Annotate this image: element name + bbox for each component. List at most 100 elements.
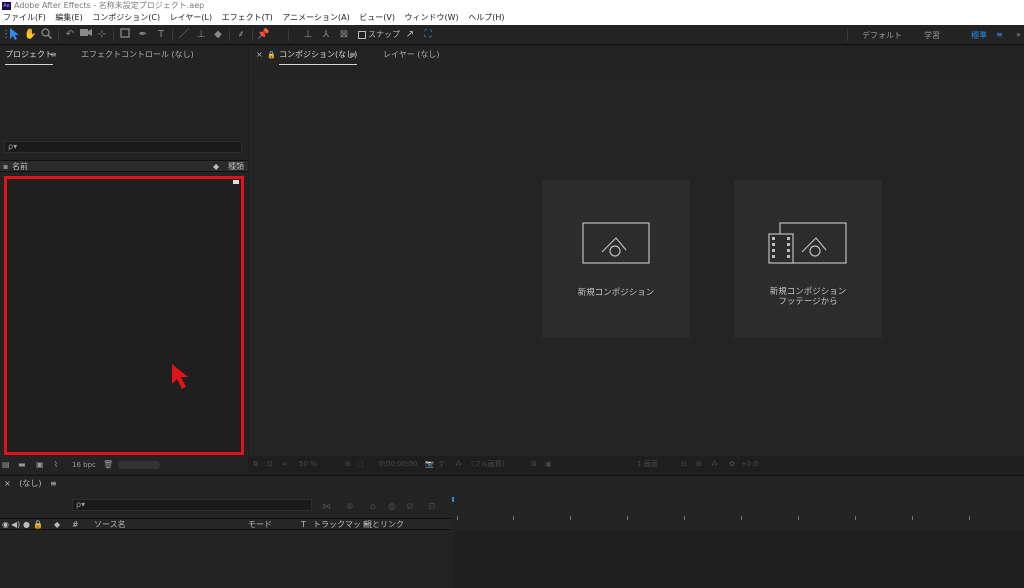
- frame-blending-icon[interactable]: ⌂: [370, 502, 376, 512]
- pan-behind-tool-icon[interactable]: ⊹: [96, 28, 108, 41]
- label-column-icon[interactable]: ▪: [3, 161, 8, 172]
- eraser-tool-icon[interactable]: ◆: [212, 28, 224, 41]
- world-axis-mode-icon[interactable]: ⅄: [320, 28, 332, 41]
- zoom-dropdown[interactable]: 50 %: [299, 456, 317, 472]
- rotate-tool-icon[interactable]: ↶: [64, 28, 76, 41]
- show-snapshot-icon[interactable]: ⚲: [439, 456, 444, 472]
- column-number[interactable]: #: [72, 519, 79, 530]
- thumbnail-size-slider[interactable]: [118, 461, 160, 469]
- tab-effect-controls[interactable]: エフェクトコントロール (なし): [81, 46, 194, 64]
- resolution-dropdown[interactable]: (フル画質): [471, 456, 504, 472]
- menu-layer[interactable]: レイヤー(L): [170, 11, 212, 25]
- vr-icon[interactable]: ⊡: [267, 456, 273, 472]
- snap-checkbox[interactable]: [358, 30, 366, 39]
- label-tag-icon[interactable]: ◆: [54, 519, 60, 530]
- column-track-matte[interactable]: トラックマット: [313, 519, 369, 530]
- trash-icon[interactable]: 🗑: [103, 458, 113, 472]
- project-search-input[interactable]: ρ▾: [4, 141, 242, 153]
- roto-brush-tool-icon[interactable]: ⸙: [235, 28, 247, 41]
- time-ruler[interactable]: [454, 496, 1024, 530]
- tab-layer[interactable]: レイヤー (なし): [383, 46, 440, 64]
- close-tab-icon[interactable]: ×: [256, 46, 263, 64]
- type-tool-icon[interactable]: T: [155, 28, 167, 41]
- new-composition-card[interactable]: 新規コンポジション: [542, 180, 690, 338]
- draft-3d-icon[interactable]: ⋈: [322, 502, 331, 512]
- workspace-menu-icon[interactable]: ≡: [996, 30, 1003, 39]
- workspace-standard[interactable]: 標準: [971, 30, 987, 41]
- column-source-name[interactable]: ソース名: [94, 519, 126, 530]
- lock-icon[interactable]: 🔒: [267, 46, 276, 64]
- timeline-menu-icon[interactable]: ≡: [50, 479, 57, 488]
- zoom-tool-icon[interactable]: [40, 28, 52, 41]
- snap-options-icon[interactable]: ↗: [404, 28, 416, 41]
- menu-composition[interactable]: コンポジション(C): [92, 11, 160, 25]
- menu-edit[interactable]: 編集(E): [55, 11, 82, 25]
- new-composition-icon[interactable]: ▣: [36, 458, 44, 472]
- choose-grid-icon[interactable]: ⊞: [345, 456, 351, 472]
- tab-project[interactable]: プロジェクト: [5, 46, 53, 65]
- shy-icon[interactable]: ⊕: [346, 502, 354, 512]
- channel-icon[interactable]: ⁂: [455, 456, 462, 472]
- fast-previews-icon[interactable]: ⊠: [531, 456, 537, 472]
- lock-layer-icon[interactable]: 🔒: [33, 519, 43, 530]
- puppet-pin-tool-icon[interactable]: 📌: [257, 28, 269, 41]
- camera-tool-icon[interactable]: [80, 28, 92, 41]
- column-parent-link[interactable]: 親とリンク: [364, 519, 404, 530]
- timeline-track-area[interactable]: [454, 531, 1024, 588]
- bit-depth-label[interactable]: 16 bpc: [72, 458, 96, 472]
- menu-effect[interactable]: エフェクト(T): [222, 11, 273, 25]
- menu-animation[interactable]: アニメーション(A): [282, 11, 349, 25]
- selection-tool-icon[interactable]: [8, 28, 20, 41]
- snap-target-icon[interactable]: ⛶: [422, 28, 434, 41]
- render-icon[interactable]: ⊞: [696, 456, 702, 472]
- column-name[interactable]: 名前: [12, 161, 28, 172]
- column-type[interactable]: 種類: [228, 161, 244, 172]
- motion-blur-icon[interactable]: ◍: [388, 502, 396, 512]
- exposure-value[interactable]: +0.0: [741, 456, 758, 472]
- new-folder-icon[interactable]: ▬: [18, 458, 26, 472]
- hand-tool-icon[interactable]: ✋: [24, 28, 36, 41]
- tag-icon[interactable]: ◆: [213, 161, 219, 172]
- view-options-icon[interactable]: ⊟: [681, 456, 687, 472]
- local-axis-mode-icon[interactable]: ⊥: [302, 28, 314, 41]
- menu-window[interactable]: ウィンドウ(W): [405, 11, 459, 25]
- project-settings-icon[interactable]: ⌇: [54, 458, 58, 472]
- timeline-layer-list[interactable]: [0, 531, 452, 588]
- reset-exposure-icon[interactable]: ✿: [729, 456, 735, 472]
- region-of-interest-icon[interactable]: ▢: [357, 456, 364, 472]
- snap-toggle[interactable]: スナップ: [358, 29, 400, 41]
- timeline-search-input[interactable]: ρ▾: [72, 499, 312, 511]
- new-comp-from-footage-card[interactable]: 新規コンポジション フッテージから: [734, 180, 882, 338]
- transparency-grid-icon[interactable]: ▣: [545, 456, 552, 472]
- pen-tool-icon[interactable]: ✒: [137, 28, 149, 41]
- video-visibility-icon[interactable]: ◉: [2, 519, 9, 530]
- workspace-overflow-icon[interactable]: »: [1016, 30, 1021, 39]
- snapshot-icon[interactable]: 📷: [425, 456, 434, 472]
- project-items-list[interactable]: [4, 176, 244, 455]
- view-axis-mode-icon[interactable]: ⊠: [338, 28, 350, 41]
- close-timeline-icon[interactable]: ×: [4, 479, 11, 488]
- always-preview-icon[interactable]: ⧉: [253, 456, 258, 472]
- column-t[interactable]: T: [301, 519, 306, 530]
- menu-view[interactable]: ビュー(V): [359, 11, 395, 25]
- composition-flowchart-icon[interactable]: ⊟: [428, 502, 436, 512]
- timeline-tab[interactable]: × (なし) ≡: [4, 478, 57, 489]
- workspace-learn[interactable]: 学習: [924, 30, 940, 41]
- brush-tool-icon[interactable]: ／: [178, 28, 190, 41]
- rectangle-tool-icon[interactable]: [119, 28, 131, 41]
- tab-composition[interactable]: コンポジション(なし): [279, 46, 358, 65]
- project-panel-menu-icon[interactable]: ≡: [50, 46, 57, 64]
- workspace-default[interactable]: デフォルト: [862, 30, 902, 41]
- column-mode[interactable]: モード: [248, 519, 272, 530]
- composition-panel-menu-icon[interactable]: ≡: [349, 46, 356, 64]
- clone-stamp-tool-icon[interactable]: ⊥: [195, 28, 207, 41]
- solo-icon[interactable]: ●: [23, 519, 30, 530]
- mask-visibility-icon[interactable]: ∞: [282, 456, 288, 472]
- menu-file[interactable]: ファイル(F): [3, 11, 46, 25]
- graph-editor-icon[interactable]: ⊘: [406, 502, 414, 512]
- interpret-footage-icon[interactable]: ▤: [2, 458, 10, 472]
- view-layout-dropdown[interactable]: 1 画面: [637, 456, 658, 472]
- current-time-display[interactable]: 0;00;00;00: [379, 456, 417, 472]
- menu-help[interactable]: ヘルプ(H): [468, 11, 504, 25]
- audio-icon[interactable]: ◀): [11, 519, 20, 530]
